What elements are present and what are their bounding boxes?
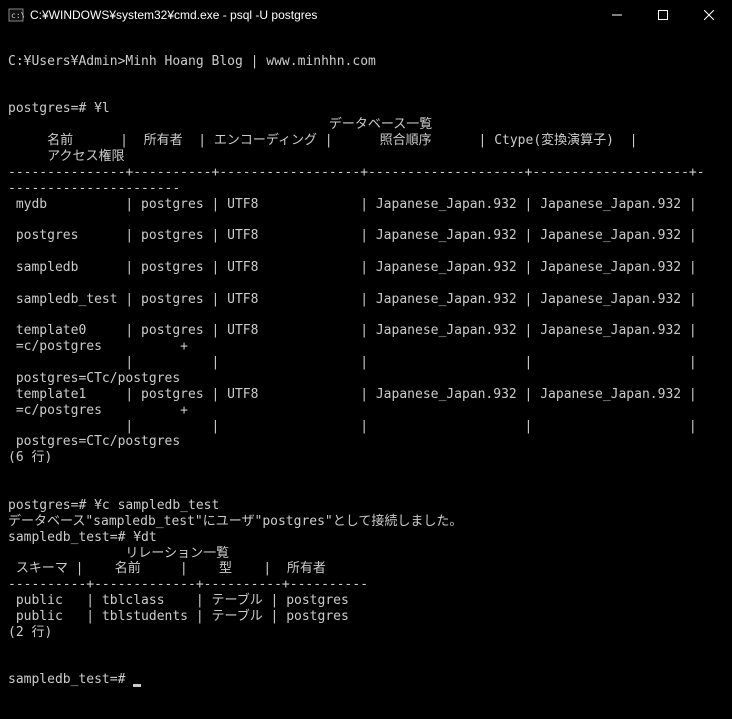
rel-row: public | tblclass | テーブル | postgres (8, 593, 349, 608)
db-row: template1 | postgres | UTF8 | Japanese_J… (8, 387, 697, 402)
psql-final-prompt: sampledb_test=# (8, 672, 133, 687)
psql-list-cmd: postgres=# ¥l (8, 101, 110, 116)
db-row: | | | | | (8, 419, 697, 434)
rel-row: public | tblstudents | テーブル | postgres (8, 609, 349, 624)
window-titlebar: c:\ C:¥WINDOWS¥system32¥cmd.exe - psql -… (0, 0, 732, 30)
cursor (133, 684, 141, 687)
db-list-header1: 名前 | 所有者 | エンコーディング | 照合順序 | Ctype(変換演算子… (8, 133, 637, 148)
db-row: postgres | postgres | UTF8 | Japanese_Ja… (8, 228, 697, 243)
window-title: C:¥WINDOWS¥system32¥cmd.exe - psql -U po… (30, 8, 317, 22)
svg-text:c:\: c:\ (11, 11, 24, 20)
close-button[interactable] (686, 0, 732, 30)
window-controls (594, 0, 732, 30)
db-list-heading: データベース一覧 (8, 117, 432, 132)
db-row: sampledb | postgres | UTF8 | Japanese_Ja… (8, 260, 697, 275)
maximize-button[interactable] (640, 0, 686, 30)
db-list-footer: (6 行) (8, 450, 52, 465)
db-row: sampledb_test | postgres | UTF8 | Japane… (8, 292, 697, 307)
psql-dt-cmd: sampledb_test=# ¥dt (8, 530, 157, 545)
terminal-output[interactable]: C:¥Users¥Admin>Minh Hoang Blog | www.min… (0, 30, 732, 696)
psql-connect-msg: データベース"sampledb_test"にユーザ"postgres"として接続… (8, 514, 462, 529)
psql-connect-cmd: postgres=# ¥c sampledb_test (8, 498, 219, 513)
db-list-header2: アクセス権限 (8, 149, 124, 164)
db-row: template0 | postgres | UTF8 | Japanese_J… (8, 323, 697, 338)
db-list-sep2: ---------------------- (8, 181, 180, 196)
rel-list-heading: リレーション一覧 (8, 546, 229, 561)
db-row: postgres=CTc/postgres (8, 371, 180, 386)
rel-list-footer: (2 行) (8, 625, 52, 640)
rel-list-sep: ----------+-------------+----------+----… (8, 577, 368, 592)
minimize-button[interactable] (594, 0, 640, 30)
db-row: =c/postgres + (8, 339, 188, 354)
db-row: =c/postgres + (8, 403, 188, 418)
shell-prompt-line: C:¥Users¥Admin>Minh Hoang Blog | www.min… (8, 54, 376, 69)
db-row: | | | | | (8, 355, 697, 370)
db-row: postgres=CTc/postgres (8, 434, 180, 449)
titlebar-left: c:\ C:¥WINDOWS¥system32¥cmd.exe - psql -… (8, 7, 317, 23)
rel-list-header: スキーマ | 名前 | 型 | 所有者 (8, 561, 326, 576)
db-row: mydb | postgres | UTF8 | Japanese_Japan.… (8, 197, 697, 212)
cmd-icon: c:\ (8, 7, 24, 23)
db-list-sep: ---------------+----------+-------------… (8, 165, 705, 180)
